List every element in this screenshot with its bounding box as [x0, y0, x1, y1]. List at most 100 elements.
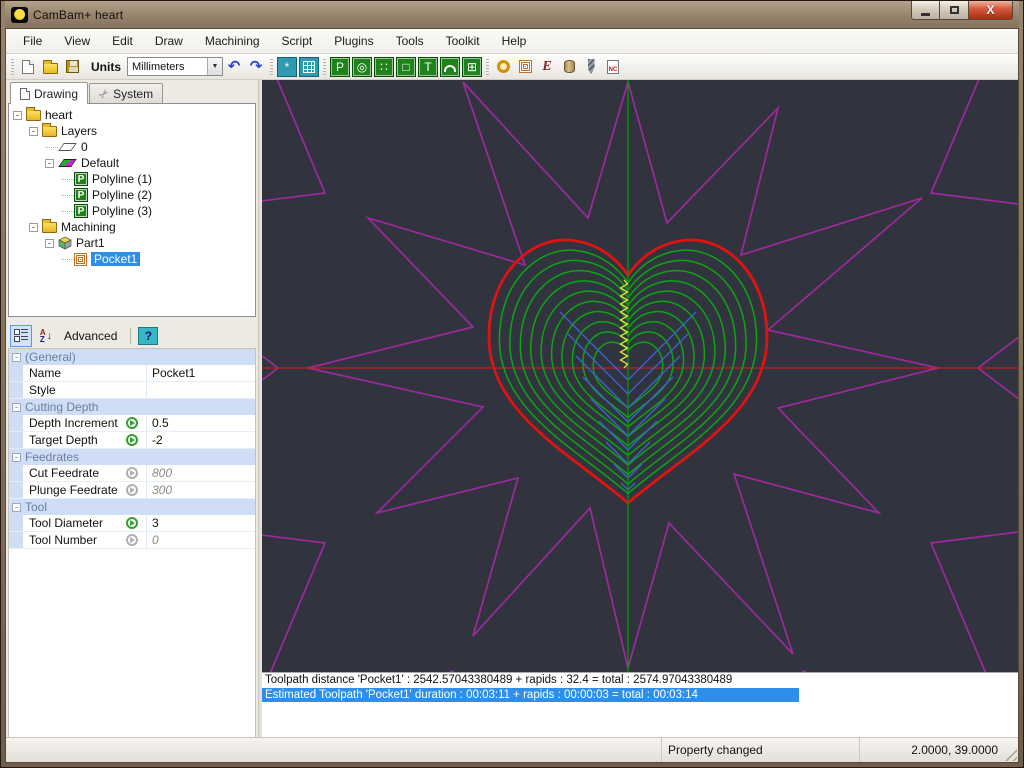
- property-value[interactable]: 0: [146, 532, 255, 548]
- tree-expander[interactable]: -: [29, 223, 38, 232]
- tree-expander[interactable]: -: [13, 111, 22, 120]
- tree-item-label-selected: Pocket1: [91, 252, 140, 266]
- property-value[interactable]: Pocket1: [146, 365, 255, 381]
- category-expander[interactable]: -: [12, 453, 21, 462]
- statusbar-coordinates: 2.0000, 39.0000: [860, 738, 1004, 762]
- category-row-general[interactable]: - (General): [9, 349, 255, 365]
- category-row-feedrates[interactable]: - Feedrates: [9, 449, 255, 465]
- property-row-cut-feedrate[interactable]: Cut Feedrate 800: [9, 465, 255, 482]
- value-set-icon[interactable]: [126, 434, 138, 446]
- machining-3d-profile-button[interactable]: [558, 56, 580, 78]
- tree-connector: [61, 259, 74, 260]
- property-value[interactable]: 3: [146, 515, 255, 531]
- tree-item-polyline-2[interactable]: P Polyline (2): [11, 187, 255, 203]
- tree-item-layer-0[interactable]: 0: [11, 139, 255, 155]
- category-expander[interactable]: -: [12, 403, 21, 412]
- tab-system-label: System: [113, 87, 153, 101]
- save-file-button[interactable]: [61, 56, 83, 78]
- tab-drawing[interactable]: Drawing: [10, 82, 88, 104]
- category-row-cutting-depth[interactable]: - Cutting Depth: [9, 399, 255, 415]
- tree-item-polyline-1[interactable]: P Polyline (1): [11, 171, 255, 187]
- draw-surface-button[interactable]: ⊞: [461, 56, 483, 78]
- menu-tools[interactable]: Tools: [385, 29, 435, 53]
- tree-expander[interactable]: -: [45, 239, 54, 248]
- value-set-icon[interactable]: [126, 417, 138, 429]
- property-row-style[interactable]: Style: [9, 382, 255, 399]
- undo-button[interactable]: ↶: [223, 56, 245, 78]
- draw-circle-button[interactable]: ◎: [351, 56, 373, 78]
- property-value[interactable]: 300: [146, 482, 255, 498]
- draw-arc-button[interactable]: [439, 56, 461, 78]
- maximize-button[interactable]: [940, 1, 969, 20]
- drawing-canvas[interactable]: [262, 80, 1018, 672]
- menu-help[interactable]: Help: [491, 29, 538, 53]
- tree-item-part1[interactable]: - Part1: [11, 235, 255, 251]
- panel-tabs: Drawing ✂ System: [8, 82, 256, 104]
- polyline-icon: P: [74, 172, 88, 186]
- open-file-button[interactable]: [39, 56, 61, 78]
- tree-item-layers[interactable]: - Layers: [11, 123, 255, 139]
- machining-profile-button[interactable]: [492, 56, 514, 78]
- tree-item-heart[interactable]: - heart: [11, 107, 255, 123]
- menu-view[interactable]: View: [53, 29, 101, 53]
- property-row-tool-number[interactable]: Tool Number 0: [9, 532, 255, 549]
- folder-icon: [42, 126, 57, 137]
- category-expander[interactable]: -: [12, 353, 21, 362]
- property-value[interactable]: [146, 382, 255, 398]
- property-row-tool-diameter[interactable]: Tool Diameter 3: [9, 515, 255, 532]
- snap-grid-button[interactable]: [298, 56, 320, 78]
- property-value[interactable]: 0.5: [146, 415, 255, 431]
- draw-points-button[interactable]: ∷: [373, 56, 395, 78]
- alphabetical-sort-button[interactable]: AZ ↓: [35, 325, 57, 347]
- menu-script[interactable]: Script: [271, 29, 324, 53]
- machining-drill-button[interactable]: [580, 56, 602, 78]
- menu-machining[interactable]: Machining: [194, 29, 271, 53]
- property-row-depth-increment[interactable]: Depth Increment 0.5: [9, 415, 255, 432]
- value-set-icon[interactable]: [126, 517, 138, 529]
- category-expander[interactable]: -: [12, 503, 21, 512]
- new-file-button[interactable]: [17, 56, 39, 78]
- value-default-icon[interactable]: [126, 467, 138, 479]
- tree-expander[interactable]: -: [45, 159, 54, 168]
- redo-button[interactable]: ↷: [245, 56, 267, 78]
- value-default-icon[interactable]: [126, 484, 138, 496]
- property-row-plunge-feedrate[interactable]: Plunge Feedrate 300: [9, 482, 255, 499]
- close-button[interactable]: X: [969, 1, 1013, 20]
- machining-gcode-button[interactable]: NC: [602, 56, 624, 78]
- drawing-tree: - heart - Layers 0 -: [8, 103, 256, 317]
- menu-toolkit[interactable]: Toolkit: [435, 29, 491, 53]
- units-combobox[interactable]: Millimeters ▼: [127, 57, 223, 76]
- menu-edit[interactable]: Edit: [101, 29, 144, 53]
- category-label: Feedrates: [25, 450, 79, 464]
- draw-polyline-button[interactable]: P: [329, 56, 351, 78]
- machining-profile-icon: [497, 60, 510, 73]
- tree-expander[interactable]: -: [29, 127, 38, 136]
- categorized-view-button[interactable]: [10, 325, 32, 347]
- machining-engrave-button[interactable]: E: [536, 56, 558, 78]
- machining-pocket-button[interactable]: [514, 56, 536, 78]
- close-icon: X: [986, 3, 994, 17]
- tree-item-pocket1[interactable]: Pocket1: [11, 251, 255, 267]
- tab-system[interactable]: ✂ System: [89, 83, 163, 104]
- titlebar[interactable]: CamBam+ heart X: [5, 1, 1019, 28]
- menu-file[interactable]: File: [12, 29, 53, 53]
- property-value[interactable]: -2: [146, 432, 255, 448]
- tree-item-machining[interactable]: - Machining: [11, 219, 255, 235]
- menu-draw[interactable]: Draw: [144, 29, 194, 53]
- resize-grip[interactable]: [1004, 738, 1018, 762]
- advanced-button[interactable]: Advanced: [64, 329, 117, 343]
- help-button[interactable]: ?: [138, 327, 158, 345]
- minimize-button[interactable]: [911, 1, 940, 20]
- tree-item-polyline-3[interactable]: P Polyline (3): [11, 203, 255, 219]
- chevron-down-icon[interactable]: ▼: [207, 58, 222, 75]
- snap-points-button[interactable]: *: [276, 56, 298, 78]
- menu-plugins[interactable]: Plugins: [323, 29, 384, 53]
- draw-text-button[interactable]: T: [417, 56, 439, 78]
- tree-item-layer-default[interactable]: - Default: [11, 155, 255, 171]
- property-row-name[interactable]: Name Pocket1: [9, 365, 255, 382]
- property-row-target-depth[interactable]: Target Depth -2: [9, 432, 255, 449]
- category-row-tool[interactable]: - Tool: [9, 499, 255, 515]
- value-default-icon[interactable]: [126, 534, 138, 546]
- draw-rectangle-button[interactable]: □: [395, 56, 417, 78]
- property-value[interactable]: 800: [146, 465, 255, 481]
